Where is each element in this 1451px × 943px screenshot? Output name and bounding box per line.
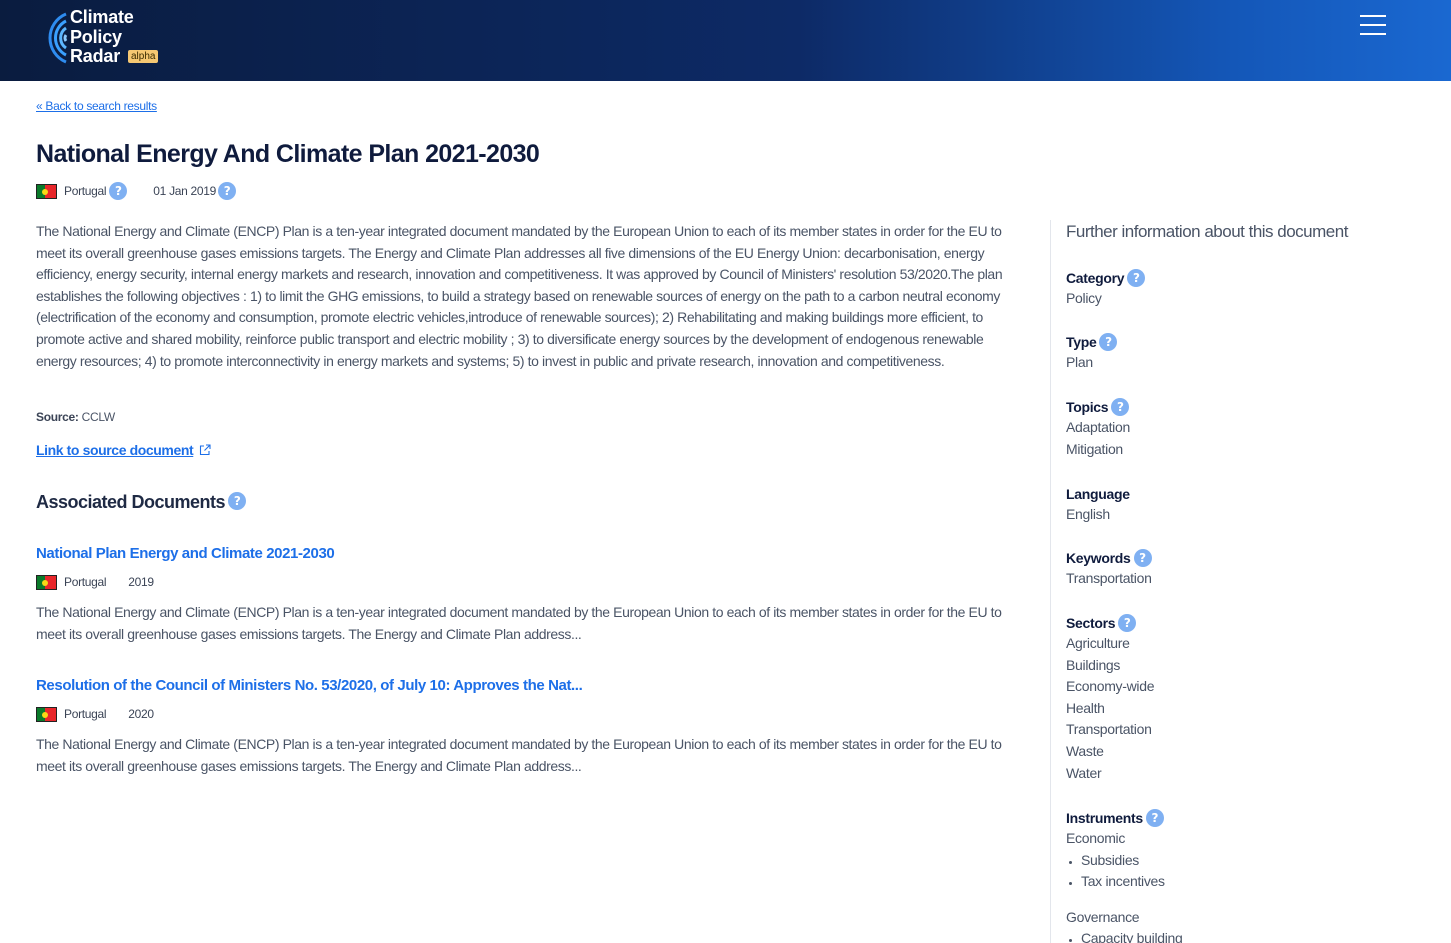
country-label: Portugal	[64, 184, 107, 198]
instrument-group-name: Governance	[1066, 908, 1140, 925]
document-source: Source: CCLW	[36, 410, 115, 424]
instrument-list: Capacity building	[1066, 928, 1183, 943]
sectors-label: Sectors	[1066, 615, 1116, 631]
associated-year: 2020	[128, 707, 154, 721]
language-value: English	[1066, 506, 1110, 522]
page-title: National Energy And Climate Plan 2021-20…	[36, 140, 540, 168]
associated-help-icon[interactable]: ?	[228, 491, 247, 510]
instrument-item: Tax incentives	[1081, 871, 1183, 893]
portugal-flag-icon	[36, 574, 57, 590]
associated-country: Portugal	[64, 707, 107, 721]
instruments-label: Instruments	[1066, 810, 1143, 826]
instrument-item: Subsidies	[1081, 850, 1183, 872]
category-value: Policy	[1066, 290, 1102, 306]
language-label: Language	[1066, 486, 1130, 502]
associated-document-title[interactable]: National Plan Energy and Climate 2021-20…	[36, 545, 1011, 562]
associated-country: Portugal	[64, 575, 107, 589]
source-link-label: Link to source document	[36, 442, 194, 458]
associated-heading-label: Associated Documents	[36, 492, 226, 512]
keywords-label: Keywords	[1066, 550, 1131, 566]
sidebar-sectors: Sectors? Agriculture Buildings Economy-w…	[1066, 613, 1155, 784]
associated-document-title[interactable]: Resolution of the Council of Ministers N…	[36, 677, 1011, 694]
sector-value: Water	[1066, 764, 1102, 781]
sidebar-instruments: Instruments? Economic Subsidies Tax ince…	[1066, 808, 1183, 943]
document-date: 01 Jan 2019	[153, 184, 217, 198]
source-value: CCLW	[81, 410, 116, 424]
type-label: Type	[1066, 334, 1097, 350]
associated-document-meta: Portugal 2020	[36, 706, 1011, 722]
instruments-help-icon[interactable]: ?	[1145, 809, 1164, 827]
sector-value: Transportation	[1066, 721, 1152, 738]
instrument-item: Capacity building	[1081, 928, 1183, 943]
sector-value: Agriculture	[1066, 635, 1130, 651]
associated-year: 2019	[128, 575, 154, 589]
sidebar-keywords: Keywords? Transportation	[1066, 548, 1152, 590]
back-to-search-link[interactable]: « Back to search results	[36, 99, 157, 113]
topics-help-icon[interactable]: ?	[1111, 398, 1130, 416]
keyword-value: Transportation	[1066, 570, 1152, 586]
sectors-help-icon[interactable]: ?	[1118, 614, 1137, 632]
sidebar-category: Category? Policy	[1066, 268, 1146, 310]
radar-logo-icon	[48, 12, 68, 64]
document-info-sidebar: Further information about this document …	[1066, 222, 1426, 943]
document-summary: The National Energy and Climate (ENCP) P…	[36, 223, 1003, 369]
type-help-icon[interactable]: ?	[1099, 333, 1118, 351]
sector-value: Health	[1066, 699, 1105, 716]
source-document-link[interactable]: Link to source document	[36, 442, 211, 458]
associated-documents-heading: Associated Documents ?	[36, 491, 247, 513]
portugal-flag-icon	[36, 183, 57, 199]
sidebar-language: Language English	[1066, 484, 1130, 526]
alpha-badge: alpha	[128, 50, 159, 63]
associated-document-card: Resolution of the Council of Ministers N…	[36, 677, 1011, 777]
date-help-icon[interactable]: ?	[218, 182, 237, 200]
sidebar-divider	[1050, 220, 1051, 943]
sidebar-type: Type? Plan	[1066, 332, 1118, 374]
country-help-icon[interactable]: ?	[109, 182, 128, 200]
sidebar-heading: Further information about this document	[1066, 222, 1348, 241]
top-header: Climate Policy Radar alpha	[0, 0, 1451, 81]
category-help-icon[interactable]: ?	[1127, 269, 1146, 287]
portugal-flag-icon	[36, 706, 57, 722]
associated-document-card: National Plan Energy and Climate 2021-20…	[36, 545, 1011, 645]
associated-document-description: The National Energy and Climate (ENCP) P…	[36, 736, 1002, 774]
sector-value: Buildings	[1066, 656, 1121, 673]
external-link-icon	[200, 444, 211, 456]
instrument-group-name: Economic	[1066, 830, 1126, 846]
sector-value: Waste	[1066, 742, 1104, 759]
logo-text: Climate Policy Radar	[70, 7, 134, 66]
hamburger-menu-icon[interactable]	[1360, 15, 1386, 35]
associated-document-meta: Portugal 2019	[36, 574, 1011, 590]
topic-value: Adaptation	[1066, 419, 1130, 435]
topics-label: Topics	[1066, 399, 1109, 415]
sidebar-topics: Topics? Adaptation Mitigation	[1066, 397, 1130, 460]
category-label: Category	[1066, 270, 1125, 286]
topic-value: Mitigation	[1066, 440, 1123, 457]
instrument-list: Subsidies Tax incentives	[1066, 850, 1183, 893]
document-meta: Portugal ? 01 Jan 2019 ?	[36, 181, 237, 201]
source-label: Source:	[36, 410, 79, 424]
keywords-help-icon[interactable]: ?	[1133, 549, 1152, 567]
associated-document-description: The National Energy and Climate (ENCP) P…	[36, 604, 1002, 642]
site-logo[interactable]: Climate Policy Radar alpha	[36, 7, 176, 68]
type-value: Plan	[1066, 354, 1093, 370]
sector-value: Economy-wide	[1066, 678, 1155, 695]
